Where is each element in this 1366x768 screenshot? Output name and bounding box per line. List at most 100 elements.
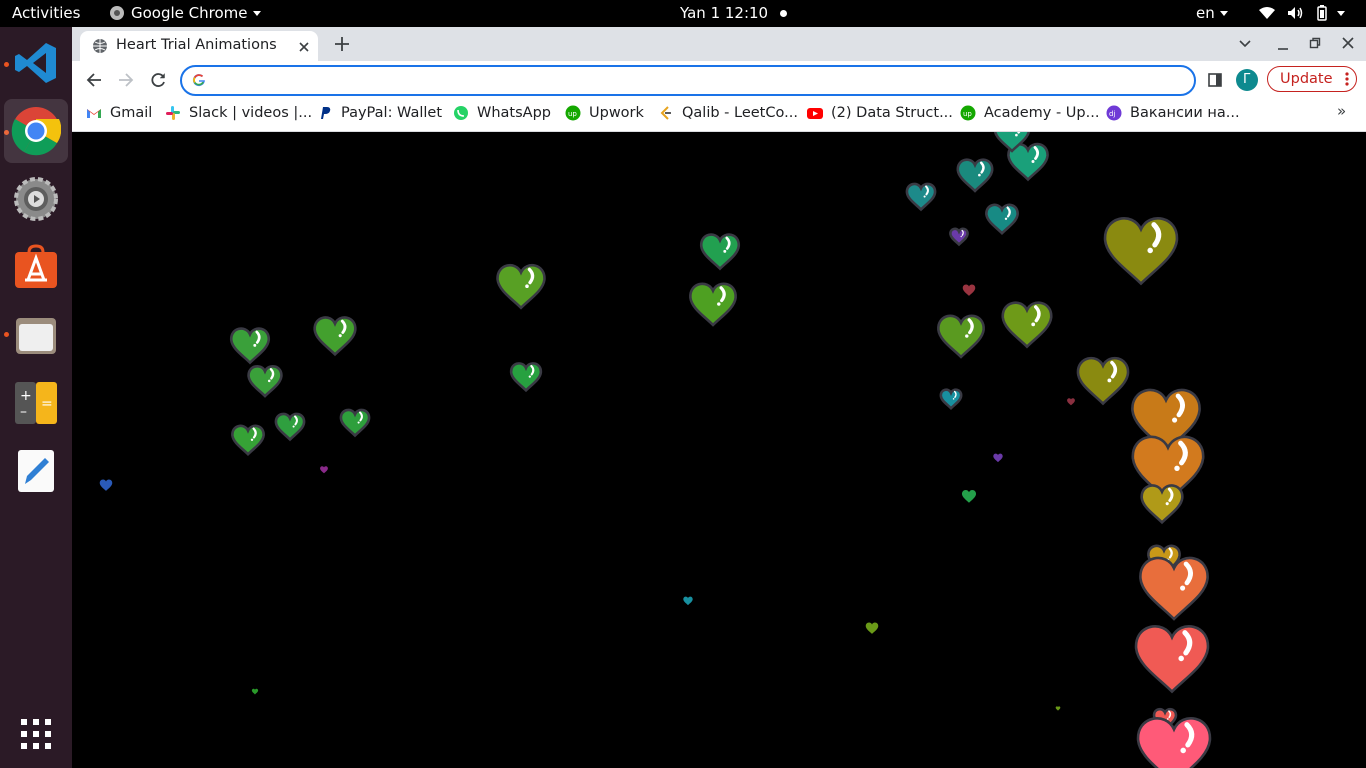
notification-dot-icon: [780, 10, 788, 17]
files-icon[interactable]: [4, 303, 68, 367]
grid-icon[interactable]: [4, 702, 68, 766]
bookmark-label: WhatsApp: [477, 105, 551, 121]
settings-icon[interactable]: [4, 167, 68, 231]
more-bookmarks-button[interactable]: »: [1337, 102, 1346, 120]
bookmark-upwork[interactable]: up Upwork: [565, 99, 644, 127]
leetcode-icon: [660, 106, 671, 120]
heart-shape: [683, 596, 693, 606]
chevron-down-icon: [1337, 11, 1346, 16]
heart-shape: [1001, 301, 1053, 349]
heart-shape: [231, 424, 265, 457]
heart-shape: [1076, 356, 1130, 406]
tab-strip: Heart Trial Animations: [72, 27, 1366, 61]
bookmark-slack[interactable]: Slack | videos |...: [165, 99, 312, 127]
chevron-down-icon: [252, 11, 261, 16]
heart-shape: [956, 158, 994, 193]
heart-shape: [962, 284, 976, 296]
page-viewport: [72, 132, 1366, 768]
restore-icon[interactable]: [1309, 37, 1321, 49]
side-panel-icon[interactable]: [1208, 73, 1222, 87]
heart-shape: [320, 466, 328, 474]
update-button[interactable]: Update: [1267, 66, 1357, 92]
bookmark-label: Gmail: [110, 105, 153, 121]
globe-icon: [93, 39, 107, 53]
update-label: Update: [1280, 71, 1333, 87]
bookmark-label: Slack | videos |...: [189, 105, 313, 121]
wifi-icon: [1259, 7, 1275, 19]
bookmark-label: Academy - Up...: [984, 105, 1100, 121]
battery-icon: [1316, 5, 1327, 21]
bookmark-gmail[interactable]: Gmail: [86, 99, 152, 127]
whatsapp-icon: [454, 106, 468, 120]
kebab-menu-icon: [1345, 72, 1349, 86]
bookmark-djinni[interactable]: dj Вакансии на...: [1106, 99, 1240, 127]
text-editor-icon[interactable]: [4, 439, 68, 503]
heart-shape: [939, 388, 963, 411]
gmail-icon: [87, 109, 101, 118]
dock: + – =: [0, 27, 72, 768]
activities-button[interactable]: Activities: [12, 0, 80, 27]
bookmark-label: (2) Data Struct...: [831, 105, 953, 121]
close-icon[interactable]: [298, 41, 310, 53]
svg-text:–: –: [20, 404, 27, 420]
djinni-icon: dj: [1106, 105, 1122, 121]
heart-shape: [699, 233, 741, 271]
heart-shape: [937, 314, 985, 359]
heart-shape: [247, 365, 283, 398]
back-icon[interactable]: [86, 72, 102, 88]
reload-icon[interactable]: [150, 72, 166, 88]
chrome-icon[interactable]: [4, 99, 68, 163]
language-selector[interactable]: en: [1196, 0, 1228, 27]
svg-text:+: +: [20, 388, 32, 404]
bookmark-youtube[interactable]: (2) Data Struct...: [807, 99, 953, 127]
activities-label: Activities: [12, 4, 81, 22]
heart-shape: [1134, 625, 1210, 694]
bookmark-academy[interactable]: up Academy - Up...: [960, 99, 1099, 127]
heart-shape: [961, 489, 977, 503]
vscode-icon[interactable]: [4, 31, 68, 95]
system-menu[interactable]: [1258, 0, 1346, 27]
top-bar: Activities Google Chrome Yan 1 12:10 en: [0, 0, 1366, 27]
upwork-icon: up: [960, 105, 976, 121]
slack-icon: [166, 106, 180, 120]
svg-text:=: =: [41, 396, 53, 412]
heart-shape: [274, 412, 306, 442]
app-menu[interactable]: Google Chrome: [109, 0, 261, 27]
close-window-icon[interactable]: [1342, 37, 1354, 49]
new-tab-icon[interactable]: [335, 37, 349, 51]
profile-letter: Г: [1243, 72, 1251, 87]
profile-avatar[interactable]: Г: [1236, 69, 1258, 91]
bookmark-leetcode[interactable]: Qalib - LeetCo...: [658, 99, 798, 127]
bookmark-label: PayPal: Wallet: [341, 105, 443, 121]
bookmark-paypal[interactable]: PayPal: Wallet: [317, 99, 442, 127]
heart-shape: [1139, 556, 1209, 621]
heart-shape: [949, 227, 969, 247]
paypal-icon: [321, 107, 331, 119]
forward-icon: [119, 73, 134, 87]
svg-text:dj: dj: [1109, 110, 1115, 118]
heart-shape: [339, 408, 371, 438]
tab-title: Heart Trial Animations: [116, 37, 277, 53]
calculator-icon[interactable]: + – =: [4, 371, 68, 435]
heart-shape: [1067, 398, 1075, 406]
youtube-icon: [807, 108, 823, 119]
chevron-down-icon: [1219, 11, 1228, 16]
omnibox[interactable]: [180, 65, 1196, 96]
heart-shape: [865, 622, 879, 634]
toolbar: Г Update: [72, 61, 1366, 99]
tab-search-icon[interactable]: [1239, 40, 1251, 48]
software-center-icon[interactable]: [4, 235, 68, 299]
upwork-icon: up: [565, 105, 581, 121]
bookmark-whatsapp[interactable]: WhatsApp: [453, 99, 551, 127]
heart-shape: [99, 479, 113, 491]
heart-shape: [229, 327, 271, 365]
minimize-icon[interactable]: [1277, 39, 1289, 51]
heart-shape: [1055, 706, 1061, 711]
heart-shape: [985, 203, 1019, 236]
bookmark-label: Qalib - LeetCo...: [682, 105, 798, 121]
heart-shape: [313, 316, 357, 357]
heart-shape: [993, 453, 1003, 463]
tab-heart-trial[interactable]: Heart Trial Animations: [80, 31, 318, 61]
heart-shape: [1136, 717, 1212, 768]
clock[interactable]: Yan 1 12:10: [680, 0, 788, 27]
